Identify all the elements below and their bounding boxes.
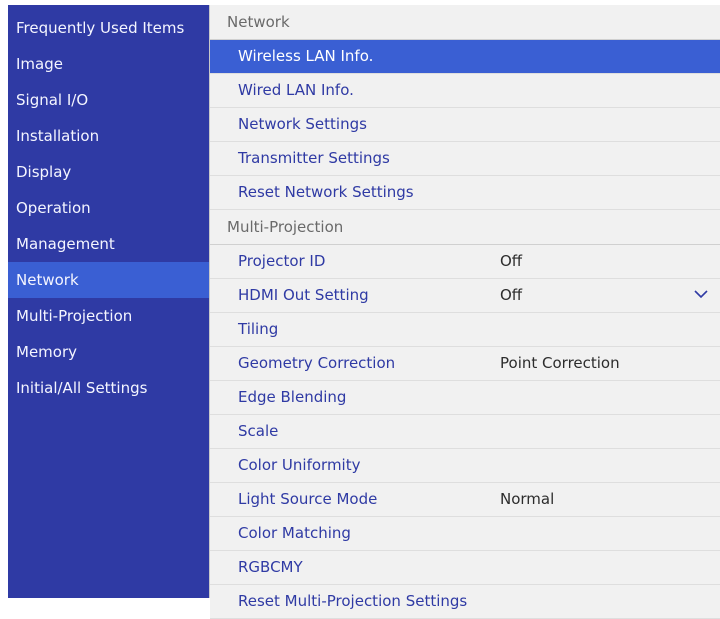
sidebar-item-initial-all-settings[interactable]: Initial/All Settings: [8, 370, 209, 406]
menu-item-label: Reset Network Settings: [238, 183, 414, 201]
sidebar-item-operation[interactable]: Operation: [8, 190, 209, 226]
menu-item-edge-blending[interactable]: Edge Blending: [210, 381, 720, 415]
menu-item-label: Reset Multi-Projection Settings: [238, 592, 468, 610]
menu-item-label: Color Uniformity: [238, 456, 361, 474]
menu-item-rgbcmy[interactable]: RGBCMY: [210, 551, 720, 585]
menu-content: Network Wireless LAN Info. Wired LAN Inf…: [210, 5, 720, 619]
menu-item-label: Tiling: [238, 320, 279, 338]
sidebar-item-installation[interactable]: Installation: [8, 118, 209, 154]
menu-item-light-source-mode[interactable]: Light Source Mode Normal: [210, 483, 720, 517]
menu-item-value: Off: [500, 286, 523, 304]
sidebar-menu: Frequently Used Items Image Signal I/O I…: [8, 5, 210, 598]
menu-item-label: Scale: [238, 422, 279, 440]
menu-item-value: Off: [500, 252, 523, 270]
chevron-down-icon[interactable]: [694, 289, 708, 299]
sidebar-item-display[interactable]: Display: [8, 154, 209, 190]
menu-item-tiling[interactable]: Tiling: [210, 313, 720, 347]
menu-item-wired-lan-info[interactable]: Wired LAN Info.: [210, 74, 720, 108]
menu-item-value: Point Correction: [500, 354, 620, 372]
sidebar-item-memory[interactable]: Memory: [8, 334, 209, 370]
menu-item-wireless-lan-info[interactable]: Wireless LAN Info.: [210, 40, 720, 74]
menu-item-color-uniformity[interactable]: Color Uniformity: [210, 449, 720, 483]
sidebar-item-frequently-used-items[interactable]: Frequently Used Items: [8, 10, 209, 46]
menu-item-label: Light Source Mode: [238, 490, 378, 508]
sidebar-item-network[interactable]: Network: [8, 262, 209, 298]
sidebar-item-signal-io[interactable]: Signal I/O: [8, 82, 209, 118]
menu-item-label: HDMI Out Setting: [238, 286, 369, 304]
menu-item-color-matching[interactable]: Color Matching: [210, 517, 720, 551]
section-header-network: Network: [210, 5, 720, 40]
menu-item-label: Projector ID: [238, 252, 326, 270]
menu-item-network-settings[interactable]: Network Settings: [210, 108, 720, 142]
projector-menu: Frequently Used Items Image Signal I/O I…: [8, 5, 720, 619]
menu-item-label: Wired LAN Info.: [238, 81, 354, 99]
sidebar-item-multi-projection[interactable]: Multi-Projection: [8, 298, 209, 334]
menu-item-projector-id[interactable]: Projector ID Off: [210, 245, 720, 279]
menu-item-geometry-correction[interactable]: Geometry Correction Point Correction: [210, 347, 720, 381]
menu-item-label: Network Settings: [238, 115, 367, 133]
menu-item-label: Geometry Correction: [238, 354, 396, 372]
menu-item-reset-multi-projection-settings[interactable]: Reset Multi-Projection Settings: [210, 585, 720, 619]
menu-item-label: Color Matching: [238, 524, 351, 542]
menu-item-label: Transmitter Settings: [238, 149, 390, 167]
menu-item-hdmi-out-setting[interactable]: HDMI Out Setting Off: [210, 279, 720, 313]
section-header-multi-projection: Multi-Projection: [210, 210, 720, 245]
menu-item-value: Normal: [500, 490, 555, 508]
sidebar-item-image[interactable]: Image: [8, 46, 209, 82]
menu-item-label: Edge Blending: [238, 388, 347, 406]
sidebar-item-management[interactable]: Management: [8, 226, 209, 262]
menu-item-label: Wireless LAN Info.: [238, 47, 374, 65]
menu-item-transmitter-settings[interactable]: Transmitter Settings: [210, 142, 720, 176]
menu-item-label: RGBCMY: [238, 558, 303, 576]
menu-item-reset-network-settings[interactable]: Reset Network Settings: [210, 176, 720, 210]
menu-item-scale[interactable]: Scale: [210, 415, 720, 449]
